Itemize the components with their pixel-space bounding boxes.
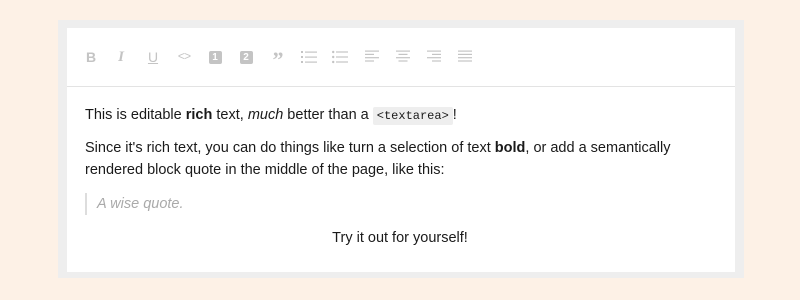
heading-one-button[interactable]: 1	[206, 48, 224, 66]
rich-text-editor[interactable]: B I U <> 1 2 ” This is editable rich tex…	[67, 28, 735, 272]
underline-button[interactable]: U	[144, 48, 162, 66]
bulleted-list-icon	[332, 50, 348, 64]
heading-two-icon: 2	[239, 50, 253, 64]
bold-text: rich	[185, 107, 213, 123]
code-button[interactable]: <>	[175, 48, 193, 66]
heading-two-button[interactable]: 2	[237, 48, 255, 66]
bold-button[interactable]: B	[82, 48, 100, 66]
text-run: !	[452, 107, 457, 123]
text-run: This is editable	[85, 107, 186, 123]
align-right-icon	[427, 50, 441, 62]
text-run: better than a	[283, 107, 373, 123]
editor-content[interactable]: This is editable rich text, much better …	[85, 104, 715, 249]
paragraph-intro[interactable]: This is editable rich text, much better …	[85, 104, 715, 127]
italic-text: much	[247, 107, 284, 123]
align-center-icon	[396, 50, 410, 62]
formatting-toolbar: B I U <> 1 2 ”	[67, 28, 735, 87]
align-justify-button[interactable]	[456, 48, 474, 66]
numbered-list-icon	[301, 51, 317, 63]
block-quote[interactable]: A wise quote.	[85, 193, 715, 215]
align-left-button[interactable]	[363, 48, 381, 66]
bold-text: bold	[494, 140, 526, 156]
code-icon: <>	[177, 50, 191, 64]
block-quote-button[interactable]: ”	[269, 47, 287, 72]
block-quote-icon: ”	[272, 47, 284, 72]
align-left-icon	[365, 50, 379, 62]
italic-button[interactable]: I	[112, 48, 130, 66]
align-justify-icon	[458, 50, 472, 62]
text-run: text,	[212, 107, 248, 123]
align-center-button[interactable]	[394, 48, 412, 66]
inline-code: <textarea>	[372, 107, 453, 125]
heading-one-icon: 1	[208, 50, 222, 64]
bulleted-list-button[interactable]	[331, 48, 349, 66]
text-run: Since it's rich text, you can do things …	[85, 140, 495, 156]
paragraph-centered[interactable]: Try it out for yourself!	[85, 227, 715, 249]
align-right-button[interactable]	[425, 48, 443, 66]
numbered-list-button[interactable]	[300, 48, 318, 66]
underline-icon: U	[147, 49, 159, 65]
paragraph-description[interactable]: Since it's rich text, you can do things …	[85, 137, 715, 181]
bold-icon: B	[85, 49, 97, 65]
italic-icon: I	[118, 49, 124, 65]
